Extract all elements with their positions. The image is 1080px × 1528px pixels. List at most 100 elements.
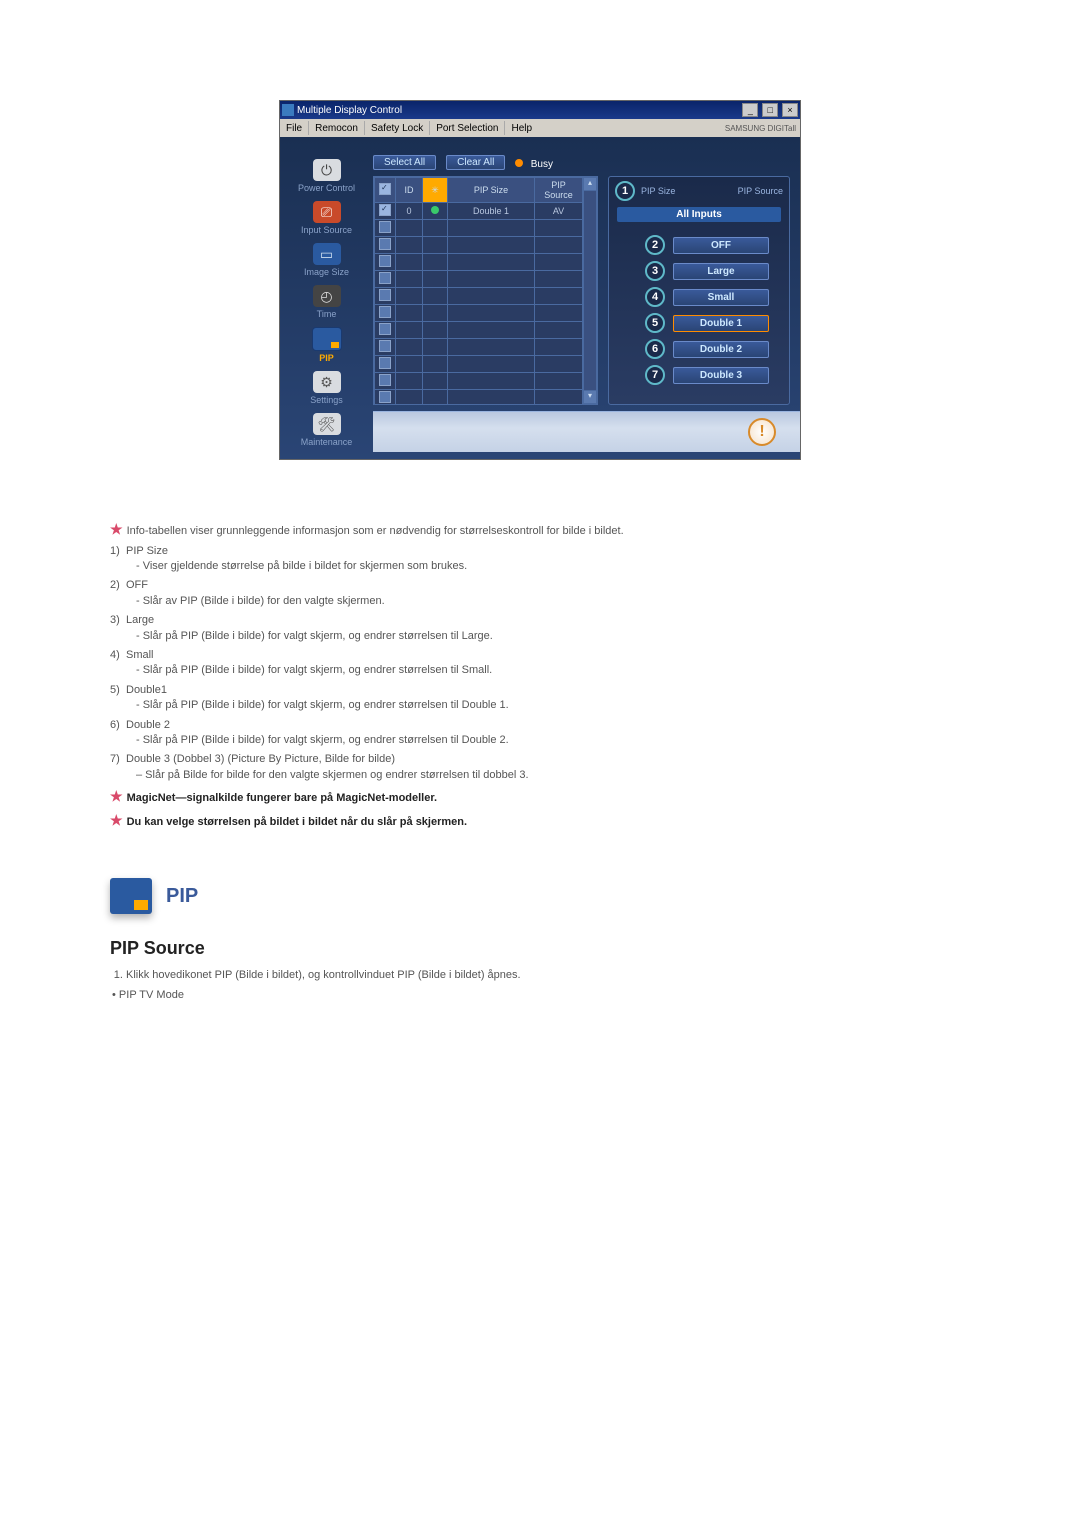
row-checkbox[interactable] xyxy=(379,289,391,301)
scroll-down-icon[interactable]: ▾ xyxy=(584,390,596,403)
list-item: 5)Double1- Slår på PIP (Bilde i bilde) f… xyxy=(110,683,970,714)
table-row[interactable] xyxy=(375,322,583,339)
row-checkbox[interactable] xyxy=(379,357,391,369)
row-checkbox[interactable] xyxy=(379,221,391,233)
callout-7: 7 xyxy=(645,365,665,385)
row-checkbox[interactable] xyxy=(379,391,391,403)
star-icon: ★ xyxy=(110,521,123,537)
wrench-icon: 🛠 xyxy=(313,413,341,435)
description-list: 1)PIP Size- Viser gjeldende størrelse på… xyxy=(110,544,970,783)
table-row[interactable] xyxy=(375,254,583,271)
option-double-2[interactable]: Double 2 xyxy=(673,341,769,358)
sidebar-item-input-source[interactable]: ⎚ Input Source xyxy=(289,201,364,235)
table-row[interactable] xyxy=(375,271,583,288)
sidebar-label: Maintenance xyxy=(289,437,364,447)
list-item: 1)PIP Size- Viser gjeldende størrelse på… xyxy=(110,544,970,575)
callout-1: 1 xyxy=(615,181,635,201)
clock-icon: ◴ xyxy=(313,285,341,307)
sidebar-item-maintenance[interactable]: 🛠 Maintenance xyxy=(289,413,364,447)
option-double-1[interactable]: Double 1 xyxy=(673,315,769,332)
window-controls: _ □ × xyxy=(741,103,798,117)
star-icon: ★ xyxy=(110,788,123,804)
all-inputs-label: All Inputs xyxy=(617,207,781,222)
alert-icon: ! xyxy=(748,418,776,446)
table-row[interactable] xyxy=(375,237,583,254)
maximize-button[interactable]: □ xyxy=(762,103,778,117)
app-icon xyxy=(282,104,294,116)
pip-controls-panel: 1 PIP Size PIP Source All Inputs 2 OFF 3L… xyxy=(608,176,790,405)
close-button[interactable]: × xyxy=(782,103,798,117)
pip-large-icon xyxy=(110,878,152,914)
display-table: ID ✳ PIP Size PIP Source 0 Double 1 xyxy=(373,176,598,405)
col-id[interactable]: ID xyxy=(396,178,423,203)
row-checkbox[interactable] xyxy=(379,374,391,386)
status-header-icon: ✳ xyxy=(431,185,439,195)
sidebar-label: Settings xyxy=(289,395,364,405)
callout-2: 2 xyxy=(645,235,665,255)
option-off[interactable]: OFF xyxy=(673,237,769,254)
pip-heading: PIP xyxy=(166,885,198,908)
list-item: 3)Large- Slår på PIP (Bilde i bilde) for… xyxy=(110,613,970,644)
menu-help[interactable]: Help xyxy=(505,123,538,134)
menu-safety-lock[interactable]: Safety Lock xyxy=(365,123,429,134)
row-checkbox[interactable] xyxy=(379,323,391,335)
menu-remocon[interactable]: Remocon xyxy=(309,123,364,134)
option-large[interactable]: Large xyxy=(673,263,769,280)
checkbox-icon xyxy=(379,183,391,195)
list-item: 6)Double 2- Slår på PIP (Bilde i bilde) … xyxy=(110,718,970,749)
menu-file[interactable]: File xyxy=(280,123,308,134)
sidebar-item-power-control[interactable]: ⏻ Power Control xyxy=(289,159,364,193)
row-checkbox[interactable] xyxy=(379,340,391,352)
col-pip-source[interactable]: PIP Source xyxy=(535,178,583,203)
table-row[interactable] xyxy=(375,339,583,356)
table-row[interactable] xyxy=(375,356,583,373)
sidebar-item-pip[interactable]: PIP xyxy=(289,327,364,363)
list-item: 7)Double 3 (Dobbel 3) (Picture By Pictur… xyxy=(110,752,970,783)
busy-label: Busy xyxy=(531,159,553,170)
header-pip-source: PIP Source xyxy=(738,186,783,196)
callout-6: 6 xyxy=(645,339,665,359)
header-pip-size: PIP Size xyxy=(641,186,675,196)
option-double-3[interactable]: Double 3 xyxy=(673,367,769,384)
table-row[interactable] xyxy=(375,220,583,237)
note-1: ★MagicNet—signalkilde fungerer bare på M… xyxy=(110,787,970,807)
sidebar-item-settings[interactable]: ⚙ Settings xyxy=(289,371,364,405)
gear-icon: ⚙ xyxy=(313,371,341,393)
bullet-item: • PIP TV Mode xyxy=(112,989,970,1001)
sidebar-item-time[interactable]: ◴ Time xyxy=(289,285,364,319)
pip-heading-row: PIP xyxy=(110,878,970,914)
table-row[interactable] xyxy=(375,305,583,322)
scroll-up-icon[interactable]: ▴ xyxy=(584,178,596,191)
table-row[interactable] xyxy=(375,288,583,305)
window-title: Multiple Display Control xyxy=(297,105,741,116)
option-small[interactable]: Small xyxy=(673,289,769,306)
app-window: Multiple Display Control _ □ × File Remo… xyxy=(279,100,801,460)
toolbar: Select All Clear All Busy xyxy=(373,155,790,170)
table-row[interactable]: 0 Double 1 AV xyxy=(375,203,583,220)
table-row[interactable] xyxy=(375,373,583,390)
sidebar-item-image-size[interactable]: ▭ Image Size xyxy=(289,243,364,277)
row-checkbox[interactable] xyxy=(379,238,391,250)
row-checkbox[interactable] xyxy=(379,204,391,216)
menu-port-selection[interactable]: Port Selection xyxy=(430,123,504,134)
col-pip-size[interactable]: PIP Size xyxy=(448,178,535,203)
step-item: Klikk hovedikonet PIP (Bilde i bildet), … xyxy=(126,969,970,981)
busy-indicator: Busy xyxy=(515,156,553,170)
col-status[interactable]: ✳ xyxy=(423,178,448,203)
image-size-icon: ▭ xyxy=(313,243,341,265)
sidebar-label: Time xyxy=(289,309,364,319)
row-checkbox[interactable] xyxy=(379,272,391,284)
scrollbar[interactable]: ▴ ▾ xyxy=(583,177,597,404)
select-all-button[interactable]: Select All xyxy=(373,155,436,170)
callout-3: 3 xyxy=(645,261,665,281)
row-checkbox[interactable] xyxy=(379,306,391,318)
star-icon: ★ xyxy=(110,812,123,828)
busy-dot-icon xyxy=(515,159,523,167)
callout-4: 4 xyxy=(645,287,665,307)
col-check[interactable] xyxy=(375,178,396,203)
input-source-icon: ⎚ xyxy=(313,201,341,223)
table-row[interactable] xyxy=(375,390,583,405)
row-checkbox[interactable] xyxy=(379,255,391,267)
clear-all-button[interactable]: Clear All xyxy=(446,155,505,170)
minimize-button[interactable]: _ xyxy=(742,103,758,117)
